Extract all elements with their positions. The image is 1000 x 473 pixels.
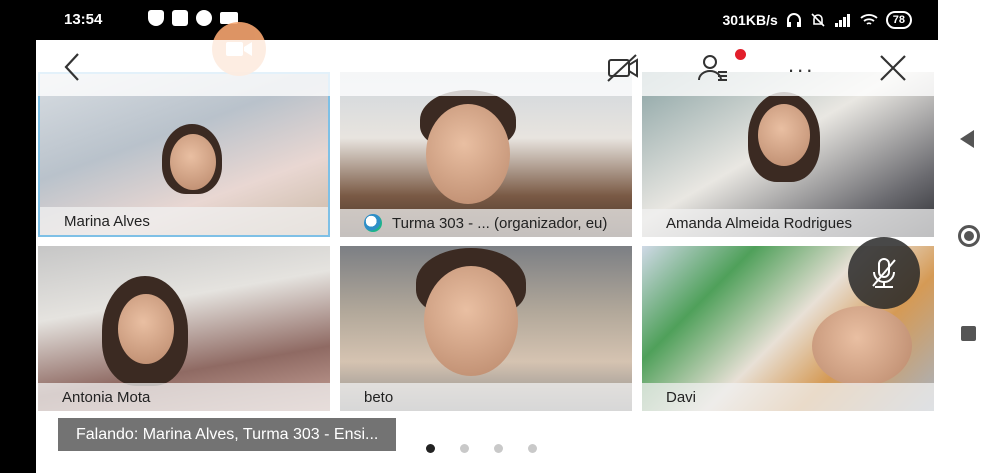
participant-name: Marina Alves <box>64 212 150 230</box>
shield-icon <box>148 10 164 26</box>
meeting-screen: Marina Alves Turma 303 - ... (organizado… <box>36 22 938 473</box>
close-icon[interactable] <box>876 52 910 84</box>
headset-icon <box>786 13 801 27</box>
video-tile[interactable]: Antonia Mota <box>38 246 330 411</box>
status-system-icons: 301KB/s 78 <box>722 11 912 29</box>
participant-name: Davi <box>666 388 697 406</box>
status-time: 13:54 <box>64 11 103 28</box>
page-dot[interactable] <box>460 444 469 453</box>
mute-bell-icon <box>811 13 825 27</box>
video-tile[interactable]: Amanda Almeida Rodrigues <box>642 72 934 237</box>
participant-label: Davi <box>642 383 934 411</box>
participant-label: Antonia Mota <box>38 383 330 411</box>
mute-mic-button[interactable] <box>848 237 920 309</box>
network-speed: 301KB/s <box>722 12 778 28</box>
nav-home-icon[interactable] <box>958 225 980 247</box>
nav-back-icon[interactable] <box>960 130 974 148</box>
status-notification-icons <box>148 10 238 26</box>
participants-icon[interactable] <box>696 52 730 84</box>
system-nav-bar <box>938 0 1000 473</box>
participant-name: Turma 303 - ... (organizador, eu) <box>392 214 608 232</box>
more-icon[interactable]: ... <box>788 52 815 78</box>
participant-name: Amanda Almeida Rodrigues <box>666 214 852 232</box>
status-bar: 13:54 301KB/s 78 <box>36 0 938 40</box>
page-dot[interactable] <box>528 444 537 453</box>
speaking-text: Falando: Marina Alves, Turma 303 - Ensi.… <box>76 425 379 443</box>
video-tile[interactable]: beto <box>340 246 632 411</box>
participant-label: beto <box>340 383 632 411</box>
participant-label: Turma 303 - ... (organizador, eu) <box>340 209 632 237</box>
video-grid: Marina Alves Turma 303 - ... (organizado… <box>36 70 938 415</box>
back-icon[interactable] <box>58 50 86 84</box>
sync-icon <box>196 10 212 26</box>
app-icon <box>172 10 188 26</box>
speaking-indicator: Falando: Marina Alves, Turma 303 - Ensi.… <box>58 418 397 451</box>
page-dot[interactable] <box>426 444 435 453</box>
app-logo-icon <box>364 214 382 232</box>
wifi-icon <box>860 14 878 25</box>
notification-dot <box>735 49 746 60</box>
signal-icon <box>834 14 850 27</box>
video-off-icon[interactable] <box>606 52 640 84</box>
video-tile[interactable]: Marina Alves <box>38 72 330 237</box>
video-tile[interactable]: Turma 303 - ... (organizador, eu) <box>340 72 632 237</box>
page-dot[interactable] <box>494 444 503 453</box>
battery-indicator: 78 <box>885 11 912 29</box>
participant-label: Amanda Almeida Rodrigues <box>642 209 934 237</box>
participant-label: Marina Alves <box>40 207 328 235</box>
mic-off-icon <box>872 258 896 288</box>
participant-name: Antonia Mota <box>62 388 151 406</box>
meeting-toolbar: ... <box>36 40 938 96</box>
participant-name: beto <box>364 388 394 406</box>
nav-recents-icon[interactable] <box>961 326 976 341</box>
page-indicator <box>426 444 537 453</box>
